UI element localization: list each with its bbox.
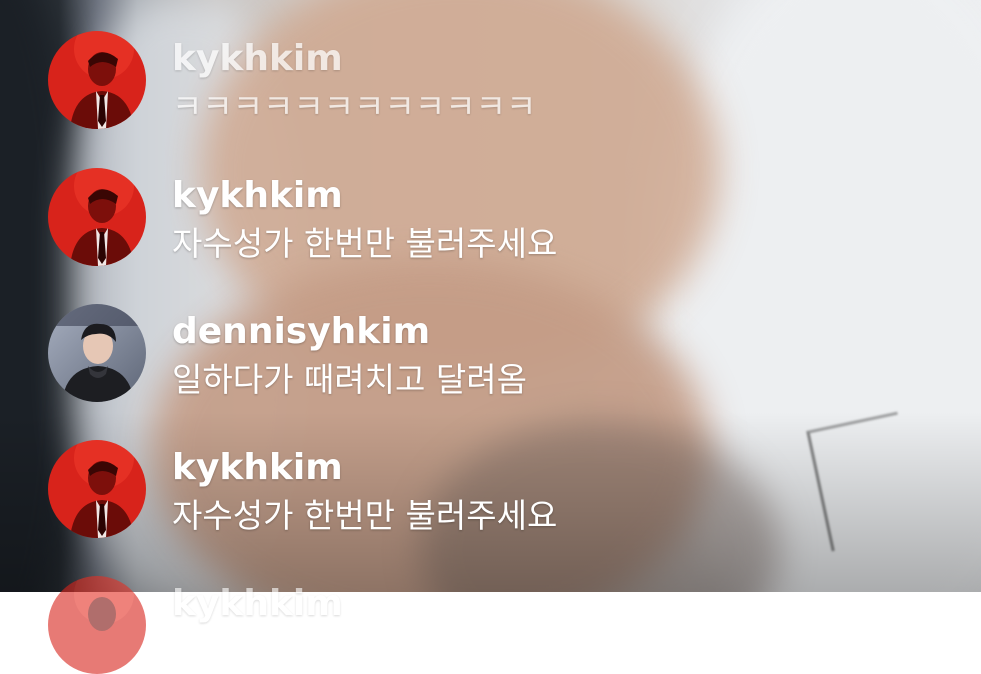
comment-item: dennisyhkim 일하다가 때려치고 달려옴: [48, 304, 527, 404]
comment-username[interactable]: kykhkim: [172, 582, 343, 626]
comment-username[interactable]: kykhkim: [172, 174, 557, 218]
comment-item: kykhkim 자수성가 한번만 불러주세요: [48, 168, 557, 268]
live-comments-feed: kykhkim ㅋㅋㅋㅋㅋㅋㅋㅋㅋㅋㅋㅋ kykhkim 자수성가 한번만 불러…: [0, 0, 981, 674]
comment-username[interactable]: kykhkim: [172, 37, 536, 81]
comment-message: ㅋㅋㅋㅋㅋㅋㅋㅋㅋㅋㅋㅋ: [172, 87, 537, 126]
comment-message: 일하다가 때려치고 달려옴: [172, 360, 527, 399]
comment-username[interactable]: kykhkim: [172, 446, 557, 490]
comment-username[interactable]: dennisyhkim: [172, 310, 527, 354]
hoodie-portrait-avatar[interactable]: [48, 304, 146, 402]
comment-message: 자수성가 한번만 불러주세요: [172, 224, 558, 263]
red-portrait-avatar[interactable]: [48, 168, 146, 266]
comment-message: 자수성가 한번만 불러주세요: [172, 496, 558, 535]
comment-item: kykhkim ㅋㅋㅋㅋㅋㅋㅋㅋㅋㅋㅋㅋ: [48, 31, 536, 131]
red-portrait-avatar[interactable]: [48, 31, 146, 129]
red-portrait-avatar[interactable]: [48, 440, 146, 538]
red-portrait-avatar[interactable]: [48, 576, 146, 674]
comment-item: kykhkim: [48, 576, 343, 674]
comment-item: kykhkim 자수성가 한번만 불러주세요: [48, 440, 557, 540]
